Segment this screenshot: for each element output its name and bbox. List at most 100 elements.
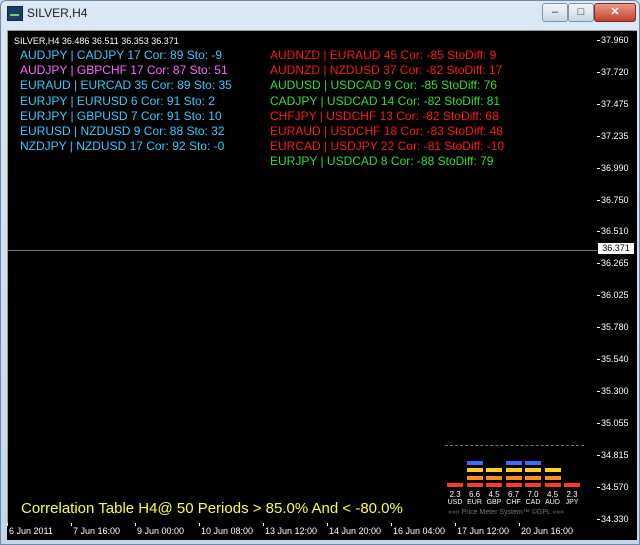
price-tick bbox=[597, 103, 600, 105]
price-tick bbox=[597, 135, 600, 137]
price-meter-footer: »»» Price Meter System™ ©GPL ««« bbox=[448, 509, 565, 516]
meter-currency-code: CAD bbox=[525, 499, 541, 506]
correlation-row: CADJPY | USDCAD 14 Cor: -82 StoDiff: 81 bbox=[270, 93, 501, 108]
meter-divider bbox=[445, 445, 584, 447]
correlation-row: EURJPY | GBPUSD 7 Cor: 91 Sto: 10 bbox=[20, 108, 222, 123]
correlation-row: EURAUD | USDCHF 18 Cor: -83 StoDiff: 48 bbox=[270, 124, 503, 138]
meter-bar-segment bbox=[544, 475, 561, 480]
correlation-row: AUDNZD | EURAUD 45 Cor: -85 StoDiff: 9 bbox=[270, 48, 497, 62]
correlation-row: EURJPY | USDCAD 8 Cor: -88 StoDiff: 79 bbox=[270, 154, 494, 169]
meter-bar-segment bbox=[505, 483, 522, 487]
window-title: SILVER,H4 bbox=[27, 6, 88, 20]
price-tick-label: 36.750 bbox=[601, 194, 629, 205]
correlation-row: AUDUSD | USDCAD 9 Cor: -85 StoDiff: 76 bbox=[270, 78, 497, 93]
time-tick-label: 10 Jun 08:00 bbox=[201, 526, 254, 536]
price-axis[interactable]: 36.371 37.960 37.720 37.475 37.235 36.990 36.… bbox=[597, 30, 637, 524]
price-tick-label: 34.815 bbox=[601, 449, 629, 460]
meter-currency-code: CHF bbox=[506, 499, 521, 506]
minimize-button[interactable]: – bbox=[542, 3, 568, 22]
chart-area[interactable]: SILVER,H4 36.486 36.511 36.353 36.371 AU… bbox=[7, 30, 598, 524]
time-tick-label: 17 Jun 12:00 bbox=[457, 526, 510, 536]
time-tick-label: 16 Jun 04:00 bbox=[393, 526, 446, 536]
meter-value: 4.5 bbox=[546, 490, 559, 499]
time-tick bbox=[135, 523, 136, 526]
time-axis[interactable]: 6 Jun 2011 7 Jun 16:00 9 Jun 00:00 10 Jun 0… bbox=[7, 523, 637, 540]
meter-currency-code: GBP bbox=[486, 499, 502, 506]
meter-bar-segment bbox=[486, 475, 502, 480]
time-tick bbox=[71, 523, 72, 526]
current-price-line bbox=[8, 250, 597, 251]
time-tick-label: 20 Jun 16:00 bbox=[521, 526, 574, 536]
meter-bar-segment bbox=[486, 468, 502, 472]
meter-bar-segment bbox=[466, 483, 483, 487]
price-tick-label: 34.570 bbox=[601, 481, 629, 492]
price-tick-label: 35.300 bbox=[601, 385, 629, 396]
price-tick bbox=[597, 486, 600, 488]
time-tick bbox=[519, 523, 520, 526]
symbol-ohlc-readout: SILVER,H4 36.486 36.511 36.353 36.371 bbox=[14, 36, 179, 46]
meter-bar-segment bbox=[525, 475, 541, 480]
price-tick-label: 36.510 bbox=[601, 226, 629, 237]
meter-currency-code: EUR bbox=[467, 499, 482, 506]
time-tick bbox=[391, 523, 392, 526]
meter-value: 2.3 bbox=[566, 490, 578, 499]
time-tick-label: 9 Jun 00:00 bbox=[137, 526, 185, 536]
price-tick bbox=[597, 231, 600, 233]
price-tick bbox=[597, 422, 600, 424]
price-tick bbox=[597, 263, 600, 265]
time-tick-label: 6 Jun 2011 bbox=[9, 526, 53, 536]
meter-value: 4.5 bbox=[488, 490, 500, 499]
meter-bar-segment bbox=[505, 475, 522, 480]
meter-value: 2.3 bbox=[449, 490, 461, 499]
correlation-row: AUDJPY | GBPCHF 17 Cor: 87 Sto: 51 bbox=[20, 63, 228, 78]
meter-bar-segment bbox=[544, 468, 561, 472]
meter-bar-segment bbox=[447, 483, 463, 487]
meter-bar-segment bbox=[564, 483, 580, 487]
chart-window-icon bbox=[7, 6, 23, 21]
time-tick-label: 7 Jun 16:00 bbox=[73, 526, 121, 536]
current-price-label: 36.371 bbox=[598, 243, 634, 254]
price-tick-label: 36.990 bbox=[601, 162, 629, 173]
meter-value: 6.7 bbox=[507, 490, 520, 499]
correlation-row: EURCAD | USDJPY 22 Cor: -81 StoDiff: -10 bbox=[270, 139, 505, 154]
meter-value: 6.6 bbox=[468, 490, 481, 499]
correlation-row: NZDJPY | NZDUSD 17 Cor: 92 Sto: -0 bbox=[20, 139, 225, 154]
price-meter-widget: »»» Price Meter System™ ©GPL ««« 2.3 USD 6… bbox=[445, 445, 585, 521]
meter-bar-segment bbox=[466, 460, 483, 465]
price-tick-label: 37.720 bbox=[601, 66, 629, 77]
price-tick bbox=[597, 518, 600, 520]
time-tick bbox=[199, 523, 200, 526]
title-bar[interactable]: SILVER,H4 – □ ✕ bbox=[1, 1, 639, 25]
price-tick bbox=[597, 71, 600, 73]
meter-value: 7.0 bbox=[527, 490, 539, 499]
price-tick bbox=[597, 40, 600, 41]
meter-bar-segment bbox=[466, 468, 483, 472]
correlation-table-caption: Correlation Table H4@ 50 Periods > 85.0%… bbox=[21, 500, 403, 517]
meter-currency-code: JPY bbox=[565, 499, 579, 506]
correlation-row: AUDNZD | NZDUSD 37 Cor: -82 StoDiff: 17 bbox=[270, 63, 503, 78]
price-tick bbox=[597, 327, 600, 329]
meter-bar-segment bbox=[525, 483, 541, 487]
price-tick-label: 35.055 bbox=[601, 417, 629, 428]
correlation-row: AUDJPY | CADJPY 17 Cor: 89 Sto: -9 bbox=[20, 48, 223, 62]
correlation-row: CHFJPY | USDCHF 13 Cor: -82 StoDiff: 68 bbox=[270, 108, 499, 123]
time-tick bbox=[327, 523, 328, 526]
price-tick-label: 35.540 bbox=[601, 354, 629, 364]
meter-bar-segment bbox=[505, 468, 522, 472]
price-tick-label: 37.475 bbox=[601, 98, 629, 109]
meter-bar-segment bbox=[505, 460, 522, 465]
time-tick-label: 13 Jun 12:00 bbox=[265, 526, 318, 536]
correlation-row: EURJPY | EURUSD 6 Cor: 91 Sto: 2 bbox=[20, 93, 215, 108]
maximize-button[interactable]: □ bbox=[568, 3, 594, 22]
price-tick-label: 37.960 bbox=[601, 35, 629, 45]
time-tick bbox=[455, 523, 456, 526]
price-tick-label: 37.235 bbox=[601, 130, 629, 141]
meter-bar-segment bbox=[466, 475, 483, 480]
close-button[interactable]: ✕ bbox=[594, 3, 636, 22]
price-tick bbox=[597, 295, 600, 297]
price-tick bbox=[597, 167, 600, 169]
time-tick-label: 14 Jun 20:00 bbox=[329, 526, 382, 536]
meter-bar-segment bbox=[544, 483, 561, 487]
correlation-row: EURUSD | NZDUSD 9 Cor: 88 Sto: 32 bbox=[20, 124, 225, 138]
price-tick-label: 36.025 bbox=[601, 290, 629, 301]
